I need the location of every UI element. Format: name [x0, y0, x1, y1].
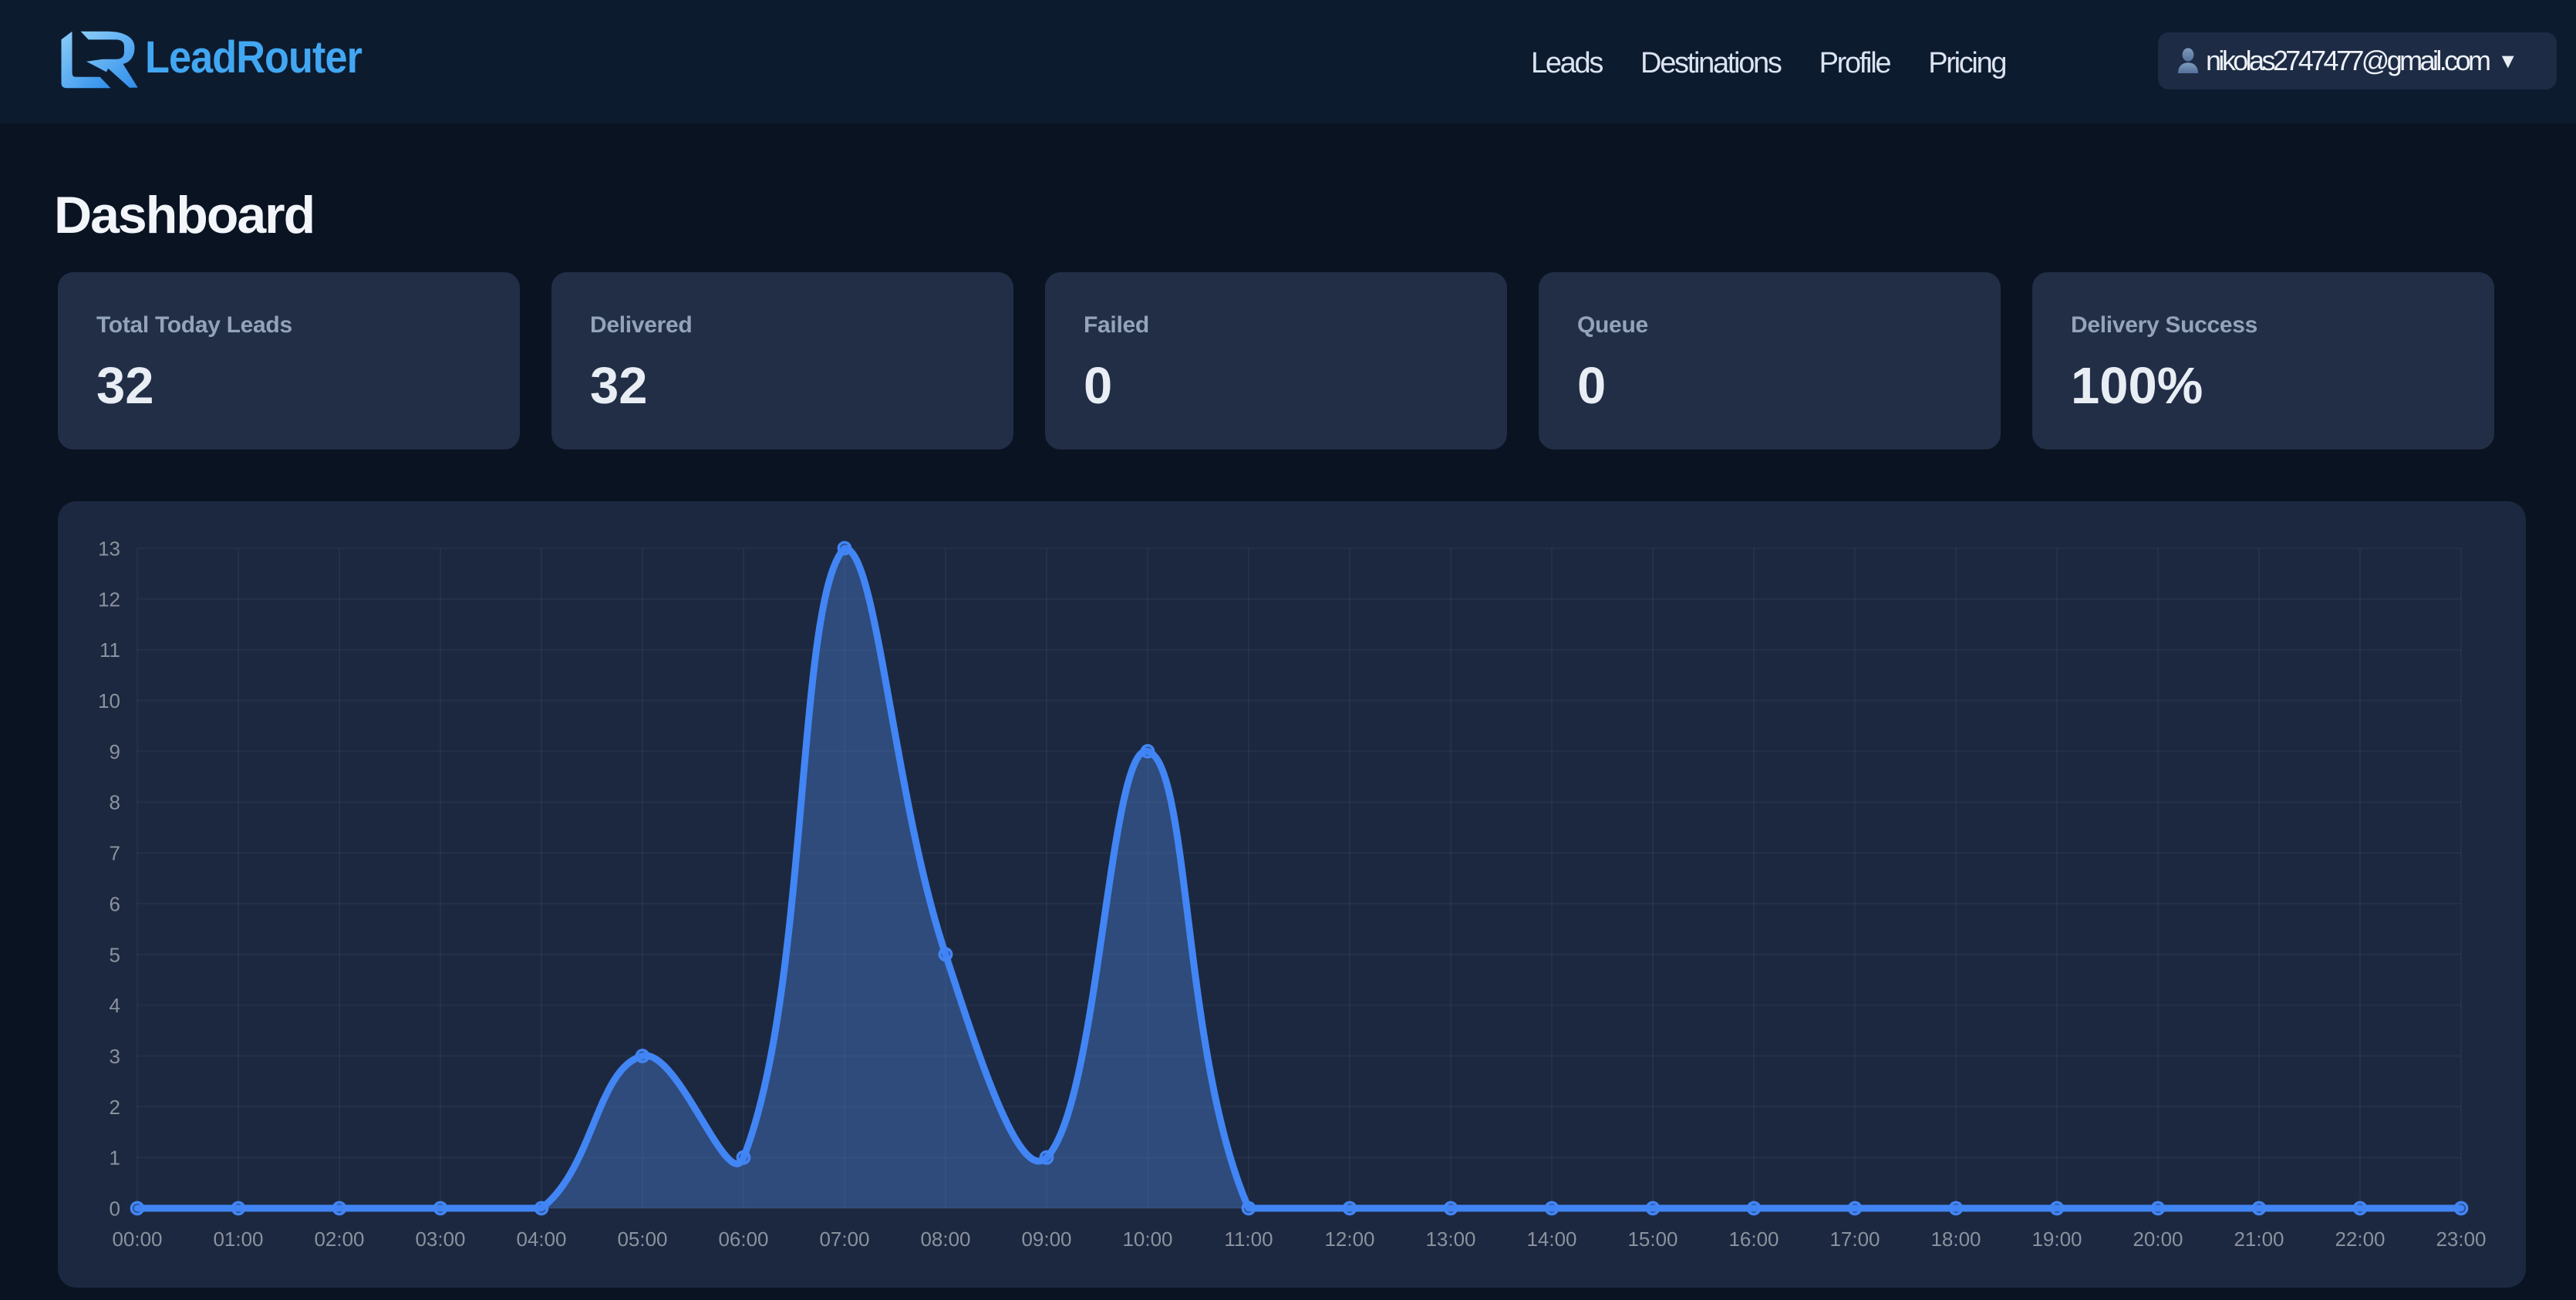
svg-text:22:00: 22:00	[2335, 1228, 2385, 1251]
svg-text:09:00: 09:00	[1021, 1228, 1071, 1251]
svg-text:07:00: 07:00	[819, 1228, 869, 1251]
svg-text:0: 0	[110, 1197, 120, 1221]
svg-text:16:00: 16:00	[1728, 1228, 1779, 1251]
svg-text:05:00: 05:00	[617, 1228, 667, 1251]
svg-text:15:00: 15:00	[1627, 1228, 1677, 1251]
svg-text:4: 4	[110, 994, 120, 1017]
svg-text:19:00: 19:00	[2031, 1228, 2082, 1251]
svg-text:14:00: 14:00	[1526, 1228, 1576, 1251]
svg-text:12: 12	[98, 588, 120, 611]
svg-text:9: 9	[110, 740, 120, 763]
svg-text:08:00: 08:00	[920, 1228, 970, 1251]
svg-text:21:00: 21:00	[2234, 1228, 2284, 1251]
svg-text:02:00: 02:00	[314, 1228, 364, 1251]
svg-text:11:00: 11:00	[1224, 1228, 1273, 1251]
svg-text:17:00: 17:00	[1829, 1228, 1880, 1251]
svg-text:10:00: 10:00	[1122, 1228, 1172, 1251]
svg-text:3: 3	[110, 1045, 120, 1068]
svg-text:04:00: 04:00	[516, 1228, 566, 1251]
svg-text:18:00: 18:00	[1930, 1228, 1981, 1251]
svg-text:13: 13	[98, 537, 120, 561]
svg-text:11: 11	[99, 638, 120, 662]
svg-text:13:00: 13:00	[1425, 1228, 1475, 1251]
svg-text:20:00: 20:00	[2133, 1228, 2183, 1251]
svg-text:01:00: 01:00	[213, 1228, 263, 1251]
svg-text:2: 2	[110, 1096, 120, 1119]
svg-text:1: 1	[110, 1147, 120, 1170]
svg-text:03:00: 03:00	[415, 1228, 465, 1251]
svg-text:7: 7	[110, 842, 120, 865]
svg-text:10: 10	[98, 689, 120, 712]
svg-text:5: 5	[110, 943, 120, 966]
svg-text:8: 8	[110, 791, 120, 814]
svg-text:00:00: 00:00	[112, 1228, 162, 1251]
svg-text:06:00: 06:00	[718, 1228, 768, 1251]
svg-text:23:00: 23:00	[2436, 1228, 2486, 1251]
svg-text:12:00: 12:00	[1324, 1228, 1374, 1251]
svg-text:6: 6	[110, 892, 120, 915]
